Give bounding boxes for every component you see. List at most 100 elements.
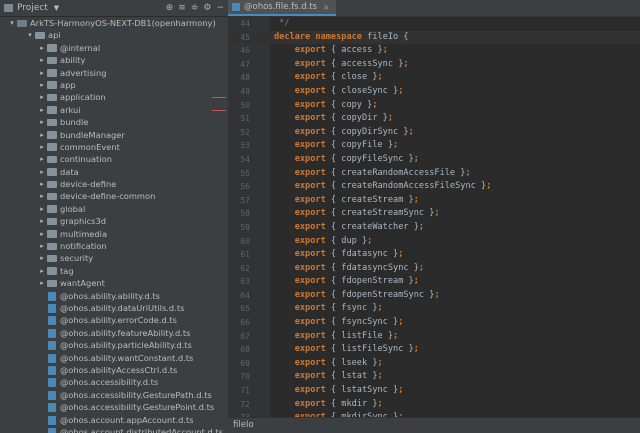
editor-tab[interactable]: @ohos.file.fs.d.ts × [228,0,336,16]
editor: @ohos.file.fs.d.ts × 44 */45 declare name… [228,0,640,433]
tree-folder-item[interactable]: ▸ continuation [0,153,228,165]
collapse-all-icon[interactable]: ≑ [191,3,199,13]
line-number: 53 [240,141,250,151]
chevron-down-icon[interactable]: ▾ [8,17,16,29]
tree-folder-item[interactable]: ▸ graphics3d [0,215,228,227]
tree-item-label: app [60,79,76,90]
line-number: 69 [240,358,250,368]
tree-file-item[interactable]: @ohos.accessibility.d.ts [0,376,228,388]
tree-folder-item[interactable]: ▾ ArkTS-HarmonyOS-NEXT-DB1(openharmony) [0,17,228,29]
line-number: 64 [240,290,250,300]
tree-folder-item[interactable]: ▸ app [0,79,228,91]
typescript-file-icon [48,403,56,413]
typescript-file-icon [48,291,56,301]
chevron-right-icon[interactable]: ▸ [38,166,46,178]
chevron-right-icon[interactable]: ▸ [38,104,46,116]
tree-item-label: @internal [60,42,101,53]
tree-file-item[interactable]: @ohos.ability.dataUriUtils.d.ts [0,302,228,314]
line-number: 71 [240,386,250,396]
code-text: export { copyFile }; [294,140,399,151]
chevron-right-icon[interactable]: ▸ [38,215,46,227]
keyword: export [294,344,326,355]
tree-file-item[interactable]: @ohos.ability.featureAbility.d.ts [0,327,228,339]
tree-folder-item[interactable]: ▸ device-define-common [0,190,228,202]
code-area[interactable]: 44 */45 declare namespace fileIo {46 expo… [228,17,640,418]
tree-file-item[interactable]: @ohos.ability.errorCode.d.ts [0,314,228,326]
tree-folder-item[interactable]: ▸ @internal [0,42,228,54]
chevron-right-icon[interactable]: ▸ [38,91,46,103]
chevron-right-icon[interactable]: ▸ [38,42,46,54]
chevron-right-icon[interactable]: ▸ [38,203,46,215]
chevron-right-icon[interactable]: ▸ [38,178,46,190]
keyword: export [294,221,326,232]
folder-icon [47,118,57,127]
tree-folder-item[interactable]: ▸ advertising [0,67,228,79]
chevron-right-icon[interactable]: ▸ [38,252,46,264]
tree-file-item[interactable]: @ohos.account.appAccount.d.ts [0,414,228,426]
punctuation: ; [372,99,378,110]
tree-folder-item[interactable]: ▸ arkui [0,104,228,116]
tree-item-label: global [60,203,86,214]
tree-folder-item[interactable]: ▸ security [0,252,228,264]
tree-file-item[interactable]: @ohos.abilityAccessCtrl.d.ts [0,364,228,376]
keyword: export [294,126,326,137]
chevron-right-icon[interactable]: ▸ [38,240,46,252]
tree-folder-item[interactable]: ▸ ability [0,54,228,66]
keyword: export [294,330,326,341]
tree-folder-item[interactable]: ▸ device-define [0,178,228,190]
code-text: export { fdatasync }; [294,249,404,260]
gear-icon[interactable]: ⚙ [203,3,211,13]
punctuation: ; [413,153,419,164]
code-text: export { fdopenStreamSync }; [294,289,440,300]
line-number: 51 [240,114,250,124]
chevron-right-icon[interactable]: ▸ [38,54,46,66]
chevron-right-icon[interactable]: ▸ [38,129,46,141]
tree-folder-item[interactable]: ▸ global [0,203,228,215]
tree-folder-item[interactable]: ▸ bundleManager [0,129,228,141]
tree-folder-item[interactable]: ▸ notification [0,240,228,252]
chevron-right-icon[interactable]: ▸ [38,141,46,153]
tree-folder-item[interactable]: ▸ multimedia [0,228,228,240]
tree-file-item[interactable]: @ohos.ability.ability.d.ts [0,290,228,302]
project-panel-title[interactable]: Project [17,3,48,13]
code-line: 71 export { lstatSync }; [228,384,640,398]
hide-icon[interactable]: − [216,3,224,13]
code-line: 68 export { listFileSync }; [228,343,640,357]
code-text: export { accessSync }; [294,58,409,69]
tree-item-label: @ohos.abilityAccessCtrl.d.ts [60,364,178,375]
keyword: export [294,45,326,56]
expand-all-icon[interactable]: ≡ [178,3,186,13]
typescript-file-icon [48,353,56,363]
tree-folder-item[interactable]: ▸ application [0,91,228,103]
tree-folder-item[interactable]: ▸ data [0,166,228,178]
code-line: 49 export { closeSync }; [228,85,640,99]
code-text: export { lstat }; [294,371,383,382]
tree-folder-item[interactable]: ▸ bundle [0,116,228,128]
chevron-right-icon[interactable]: ▸ [38,116,46,128]
breadcrumb-item[interactable]: fileIo [233,420,254,430]
chevron-down-icon[interactable]: ▾ [26,29,34,41]
close-icon[interactable]: × [323,3,330,12]
locate-icon[interactable]: ⊕ [166,3,174,13]
chevron-right-icon[interactable]: ▸ [38,79,46,91]
chevron-right-icon[interactable]: ▸ [38,265,46,277]
tree-file-item[interactable]: @ohos.ability.particleAbility.d.ts [0,339,228,351]
tree-file-item[interactable]: @ohos.accessibility.GesturePath.d.ts [0,389,228,401]
chevron-right-icon[interactable]: ▸ [38,277,46,289]
tree-folder-item[interactable]: ▾ api [0,29,228,41]
tree-file-item[interactable]: @ohos.account.distributedAccount.d.ts [0,426,228,433]
chevron-right-icon[interactable]: ▸ [38,228,46,240]
line-number: 44 [240,19,250,28]
tree-item-label: tag [60,265,74,276]
tree-file-item[interactable]: @ohos.ability.wantConstant.d.ts [0,352,228,364]
tree-folder-item[interactable]: ▸ wantAgent [0,277,228,289]
punctuation: ; [398,385,404,396]
chevron-right-icon[interactable]: ▸ [38,190,46,202]
tree-folder-item[interactable]: ▸ tag [0,265,228,277]
chevron-down-icon[interactable]: ▼ [54,4,59,12]
tree-file-item[interactable]: @ohos.accessibility.GesturePoint.d.ts [0,401,228,413]
chevron-right-icon[interactable]: ▸ [38,67,46,79]
keyword: export [294,113,326,124]
chevron-right-icon[interactable]: ▸ [38,153,46,165]
tree-folder-item[interactable]: ▸ commonEvent [0,141,228,153]
